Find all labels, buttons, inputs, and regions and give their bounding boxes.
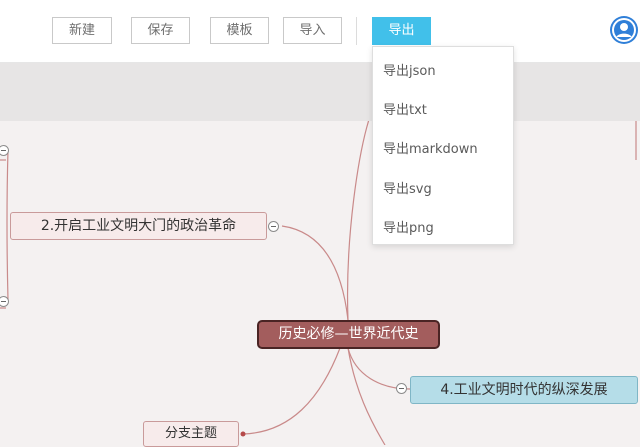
export-txt-item[interactable]: 导出txt [383,99,427,118]
new-button[interactable]: 新建 [52,17,112,44]
export-button[interactable]: 导出 [372,17,431,45]
import-button[interactable]: 导入 [283,17,342,44]
toolbar-divider [356,17,357,45]
export-svg-item[interactable]: 导出svg [383,178,432,197]
connector-root-top [347,109,373,321]
mindmap-node-branch-topic[interactable]: 分支主题 [143,421,239,447]
export-png-item[interactable]: 导出png [383,217,434,236]
collapse-node-2-icon[interactable] [268,221,279,232]
user-avatar-icon[interactable] [610,16,638,44]
mindmap-node-political-revolution[interactable]: 2.开启工业文明大门的政治革命 [10,212,267,240]
save-button[interactable]: 保存 [131,17,190,44]
export-dropdown-menu: 导出json 导出txt 导出markdown 导出svg 导出png [372,46,514,245]
mindmap-root-node[interactable]: 历史必修—世界近代史 [257,320,440,349]
export-markdown-item[interactable]: 导出markdown [383,138,478,157]
collapse-node-4-icon[interactable] [396,383,407,394]
toolbar: 新建 保存 模板 导入 导出 [0,0,640,63]
export-json-item[interactable]: 导出json [383,60,436,79]
branch-dot [240,431,246,437]
connector-left-bracket [6,149,9,301]
secondary-toolbar [0,63,640,121]
template-button[interactable]: 模板 [210,17,269,44]
connector-root-branch [243,347,341,435]
connector-root-node2 [281,225,349,321]
mindmap-node-industrial-development[interactable]: 4.工业文明时代的纵深发展 [410,376,638,404]
user-icon [612,18,636,42]
